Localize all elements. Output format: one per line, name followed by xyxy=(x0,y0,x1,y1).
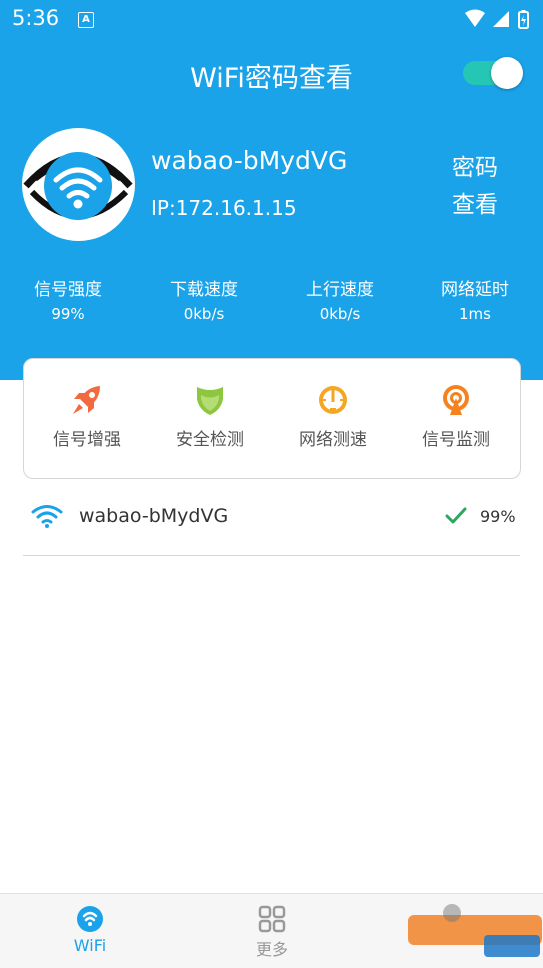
toggle-knob xyxy=(491,57,523,89)
wifi-list-signal: 99% xyxy=(480,507,516,526)
stat-latency: 网络延时 1ms xyxy=(420,278,530,326)
nav-label: WiFi xyxy=(73,936,107,955)
wifi-status-icon xyxy=(465,9,485,27)
view-password-button[interactable]: 密码 查看 xyxy=(440,150,510,224)
tool-label: 信号监测 xyxy=(422,430,490,450)
tool-label: 安全检测 xyxy=(176,430,244,450)
eye-wifi-icon xyxy=(23,152,133,220)
grid-icon xyxy=(258,905,286,933)
shield-icon xyxy=(197,387,223,415)
main-toggle[interactable] xyxy=(463,57,523,89)
tools-card: 信号增强 安全检测 网络测速 信号监测 xyxy=(23,358,521,479)
view-password-line1: 密码 xyxy=(452,155,498,181)
stat-label: 信号强度 xyxy=(34,280,102,300)
stat-download-speed: 下载速度 0kb/s xyxy=(149,278,259,326)
tool-label: 信号增强 xyxy=(53,430,121,450)
stats-row: 信号强度 99% 下载速度 0kb/s 上行速度 0kb/s 网络延时 1ms xyxy=(0,278,543,338)
wifi-list-name: wabao-bMydVG xyxy=(79,505,229,527)
tool-signal-boost[interactable]: 信号增强 xyxy=(32,383,142,450)
connected-wifi-name: wabao-bMydVG xyxy=(151,146,348,175)
connected-wifi-ip: IP:172.16.1.15 xyxy=(151,196,297,220)
cell-signal-icon xyxy=(493,11,509,27)
stat-value: 99% xyxy=(51,305,85,323)
wifi-list-item[interactable]: wabao-bMydVG 99% xyxy=(23,497,520,556)
tool-security-check[interactable]: 安全检测 xyxy=(155,383,265,450)
wifi-eye-logo xyxy=(22,128,135,241)
tool-signal-monitor[interactable]: 信号监测 xyxy=(401,383,511,450)
stat-signal-strength: 信号强度 99% xyxy=(13,278,123,326)
watermark-logo xyxy=(408,904,542,957)
stat-upload-speed: 上行速度 0kb/s xyxy=(285,278,395,326)
notification-a-icon: A xyxy=(78,12,94,28)
speedometer-icon xyxy=(319,386,347,414)
nav-tab-wifi[interactable]: WiFi xyxy=(50,904,130,955)
stat-label: 网络延时 xyxy=(441,280,509,300)
stat-value: 0kb/s xyxy=(319,305,361,323)
check-icon xyxy=(445,507,467,524)
view-password-line2: 查看 xyxy=(452,192,498,218)
status-time: 5:36 xyxy=(12,6,60,30)
nav-label: 更多 xyxy=(255,940,288,959)
app-title: WiFi密码查看 xyxy=(190,63,353,94)
stat-value: 1ms xyxy=(459,305,491,323)
stat-label: 下载速度 xyxy=(170,280,238,300)
stat-value: 0kb/s xyxy=(183,305,225,323)
tool-label: 网络测速 xyxy=(299,430,367,450)
tool-speed-test[interactable]: 网络测速 xyxy=(278,383,388,450)
status-icons xyxy=(465,9,529,29)
stat-label: 上行速度 xyxy=(306,280,374,300)
rocket-icon xyxy=(73,386,100,414)
wifi-tab-icon xyxy=(77,906,103,932)
status-bar: 5:36 A xyxy=(0,0,543,38)
antenna-signal-icon xyxy=(443,385,469,415)
nav-tab-more[interactable]: 更多 xyxy=(232,904,312,960)
wifi-icon xyxy=(31,505,63,528)
